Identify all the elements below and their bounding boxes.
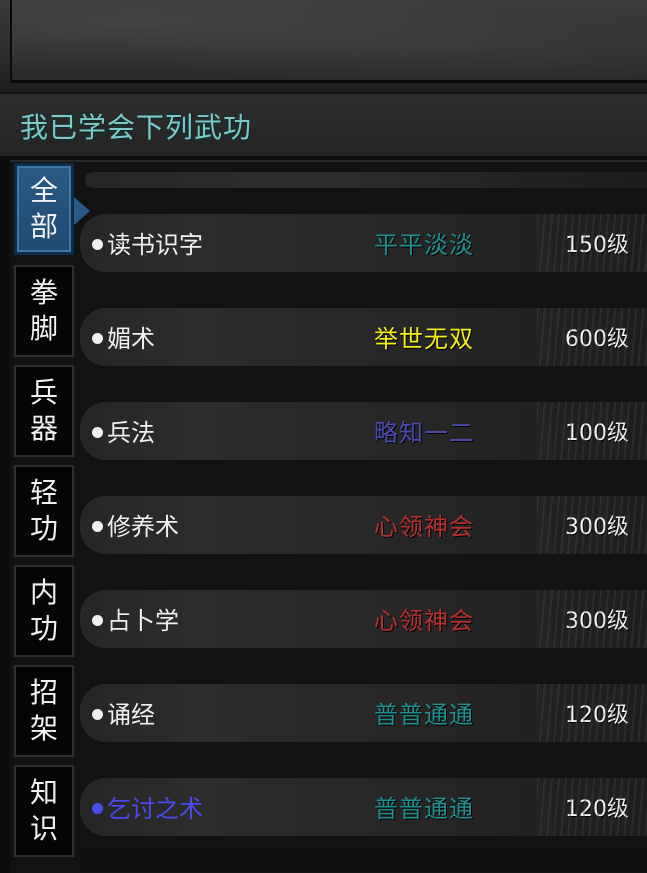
skill-name-text: 占卜学	[107, 607, 179, 635]
tab-label-char: 招	[29, 676, 58, 709]
skill-name: 修养术	[92, 507, 179, 542]
skill-name: 媚术	[92, 319, 155, 354]
skill-rank: 平平淡淡	[374, 231, 474, 259]
skill-level: 600级	[565, 327, 629, 352]
skill-rank: 举世无双	[374, 325, 474, 353]
skill-row[interactable]: 媚术 举世无双 600级	[80, 308, 647, 366]
list-bottom-edge	[80, 855, 647, 871]
skill-rank: 心领神会	[374, 513, 474, 541]
skill-name-text: 读书识字	[107, 231, 203, 259]
tab-label-char: 脚	[29, 312, 58, 345]
tab-label-char: 架	[29, 712, 58, 745]
skill-name: 占卜学	[92, 601, 179, 636]
skill-level: 100级	[565, 421, 629, 446]
tab-knowledge[interactable]: 知 识	[14, 765, 74, 857]
bullet-icon	[92, 333, 103, 344]
skill-name-text: 修养术	[107, 513, 179, 541]
header-bar: 我已学会下列武功	[0, 92, 647, 156]
bullet-icon	[92, 427, 103, 438]
skill-name: 诵经	[92, 695, 155, 730]
tab-label-char: 部	[29, 210, 58, 243]
skill-name-text: 媚术	[107, 325, 155, 353]
tab-label-char: 器	[29, 412, 58, 445]
tab-label-char: 轻	[29, 476, 58, 509]
tab-label-char: 功	[29, 512, 58, 545]
tab-label-char: 兵	[29, 376, 58, 409]
top-panel	[0, 0, 647, 92]
tab-label-char: 功	[29, 612, 58, 645]
skill-level: 120级	[565, 797, 629, 822]
tab-label-char: 全	[29, 174, 58, 207]
tab-internal[interactable]: 内 功	[14, 565, 74, 657]
bullet-icon	[92, 709, 103, 720]
skill-rank: 普普通通	[374, 795, 474, 823]
skill-level: 120级	[565, 703, 629, 728]
category-tabs: 全 部 拳 脚 兵 器 轻 功 内 功 招 架 知 识	[10, 163, 78, 871]
skill-row[interactable]: 读书识字 平平淡淡 150级	[80, 214, 647, 272]
bullet-icon	[92, 803, 103, 814]
skill-rank: 心领神会	[374, 607, 474, 635]
skill-rank: 略知一二	[374, 419, 474, 447]
skill-name-text: 兵法	[107, 419, 155, 447]
skill-row[interactable]: 乞讨之术 普普通通 120级	[80, 778, 647, 836]
skill-rank: 普普通通	[374, 701, 474, 729]
bullet-icon	[92, 521, 103, 532]
tab-lightness[interactable]: 轻 功	[14, 465, 74, 557]
tab-label-char: 识	[29, 812, 58, 845]
skill-name-text: 乞讨之术	[107, 795, 203, 823]
bullet-icon	[92, 615, 103, 626]
skill-row[interactable]: 诵经 普普通通 120级	[80, 684, 647, 742]
tab-label-char: 知	[29, 776, 58, 809]
skill-row[interactable]: 兵法 略知一二 100级	[80, 402, 647, 460]
tab-label-char: 拳	[29, 276, 58, 309]
tab-all[interactable]: 全 部	[14, 163, 74, 255]
tab-label-char: 内	[29, 576, 58, 609]
top-panel-inner	[10, 0, 647, 83]
skill-row[interactable]: 修养术 心领神会 300级	[80, 496, 647, 554]
skill-level: 300级	[565, 515, 629, 540]
skill-name: 乞讨之术	[92, 789, 203, 824]
page-title: 我已学会下列武功	[20, 111, 253, 144]
skill-name: 读书识字	[92, 225, 203, 260]
tab-weapon[interactable]: 兵 器	[14, 365, 74, 457]
skill-level: 300级	[565, 609, 629, 634]
skill-level: 150级	[565, 233, 629, 258]
bullet-icon	[92, 239, 103, 250]
skill-name-text: 诵经	[107, 701, 155, 729]
tab-parry[interactable]: 招 架	[14, 665, 74, 757]
tab-fist[interactable]: 拳 脚	[14, 265, 74, 357]
skill-row[interactable]: 占卜学 心领神会 300级	[80, 590, 647, 648]
list-top-divider	[85, 172, 647, 188]
skill-name: 兵法	[92, 413, 155, 448]
